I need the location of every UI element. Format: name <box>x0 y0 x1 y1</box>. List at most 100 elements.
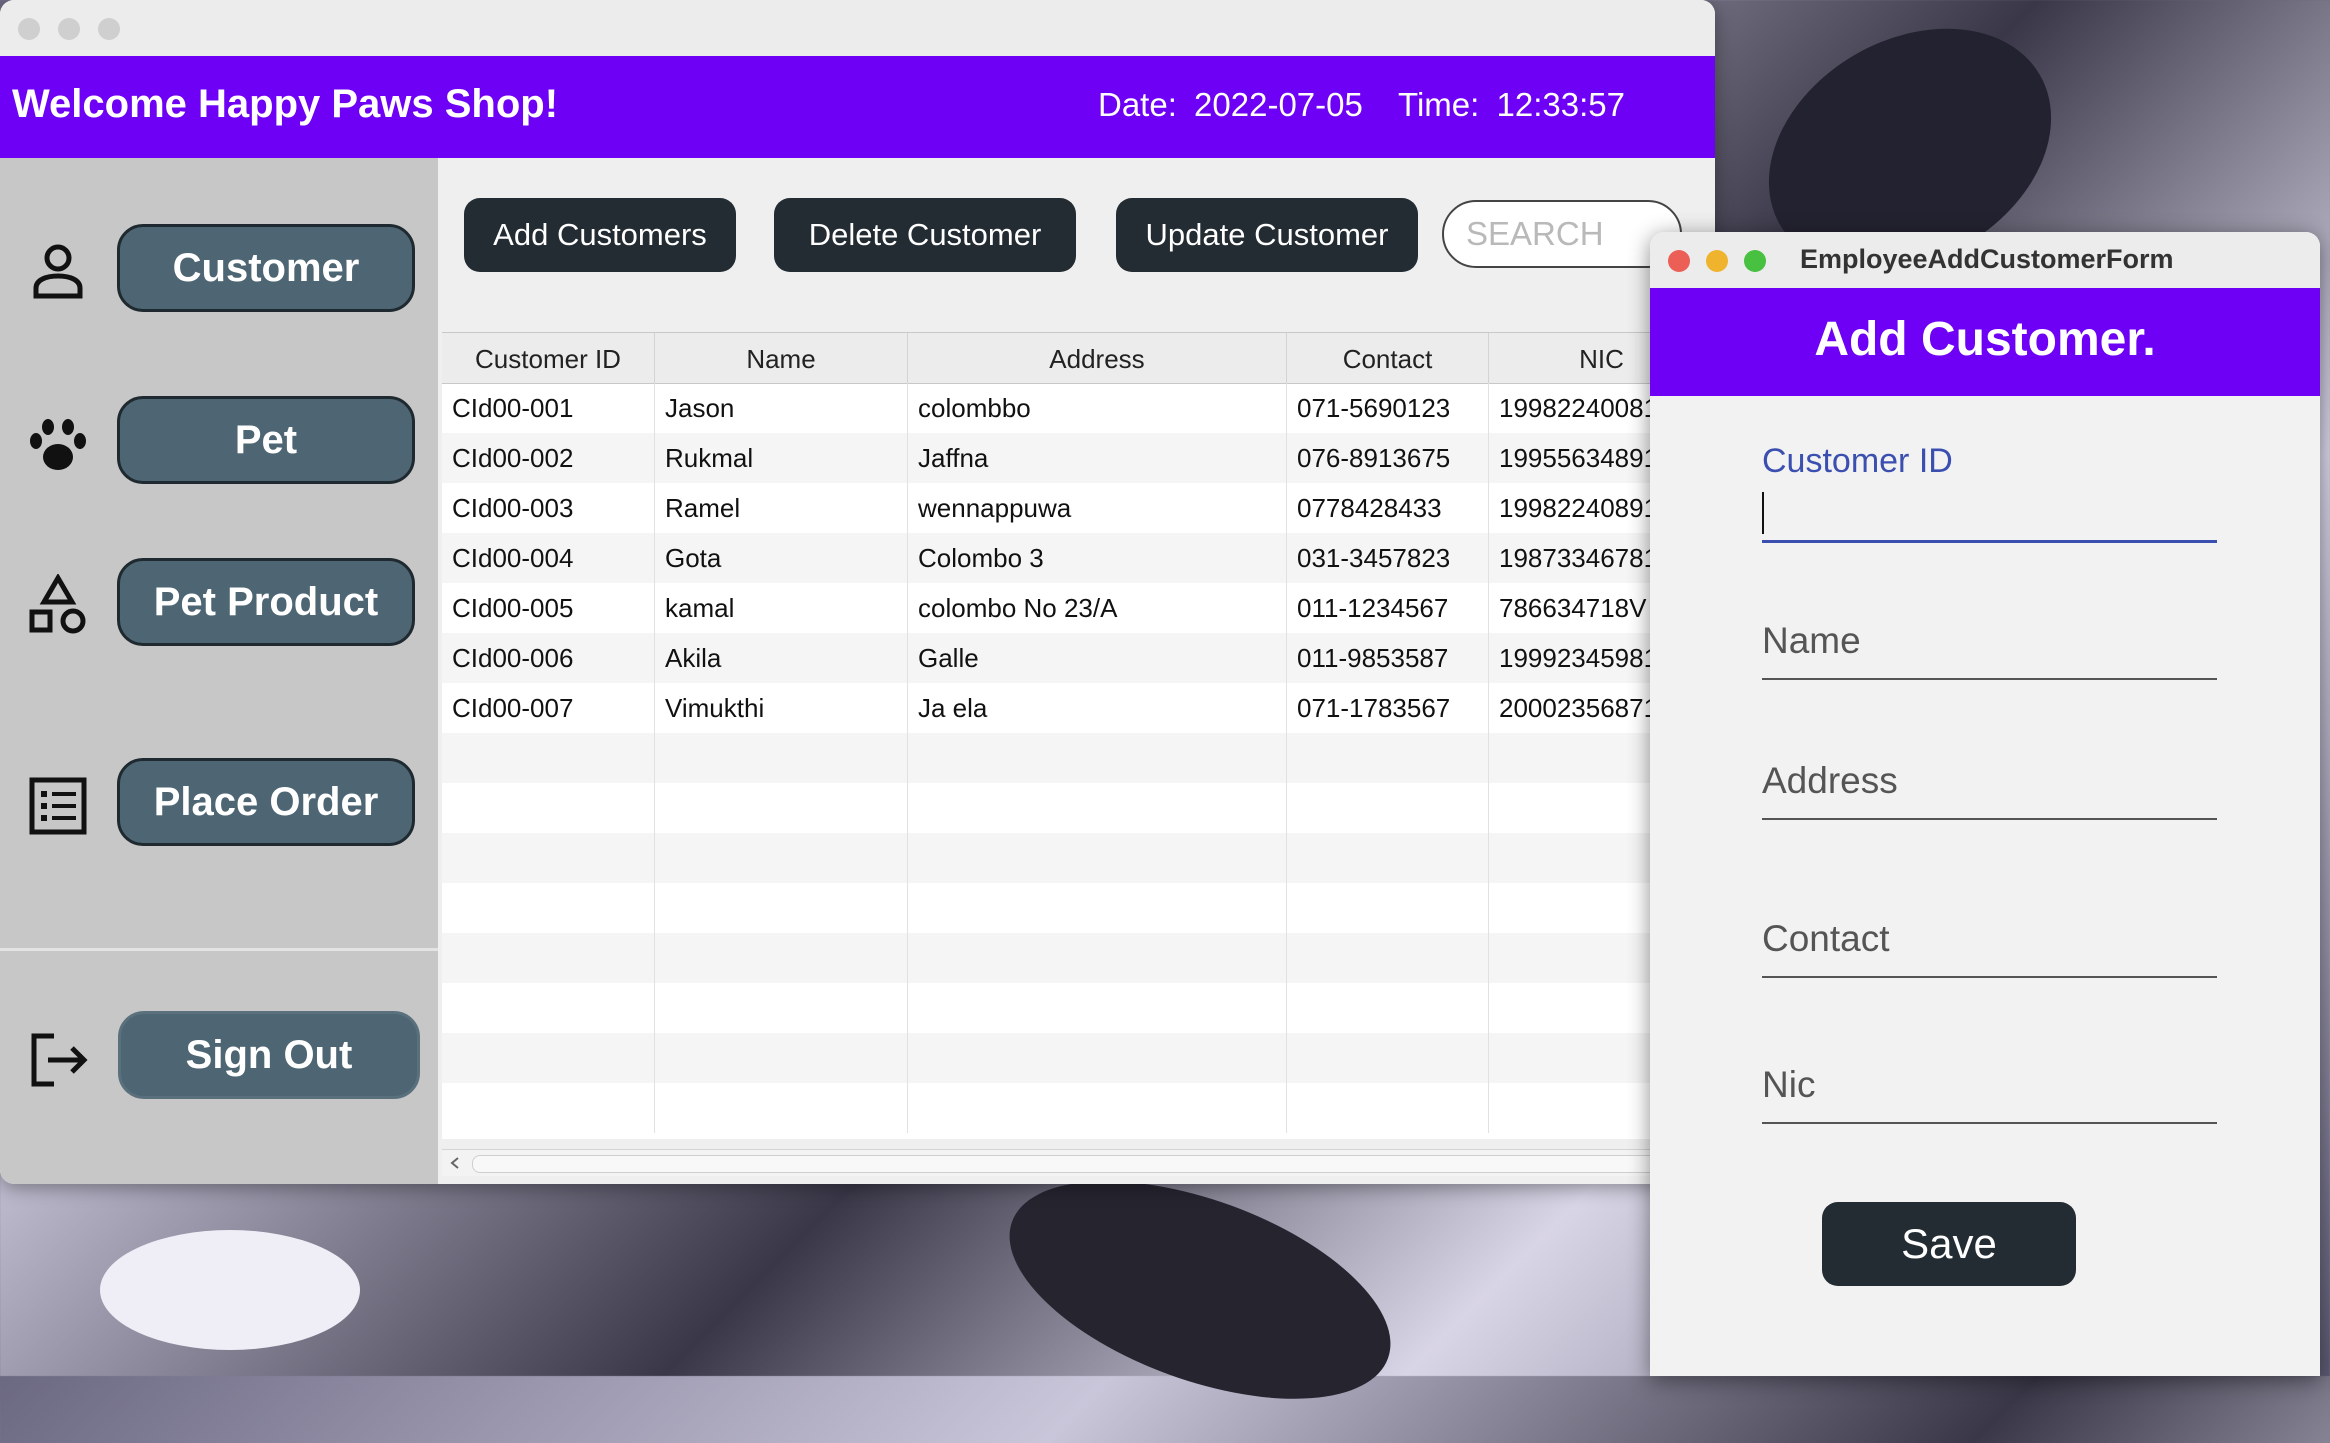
sidebar-item-place-order[interactable]: Place Order <box>117 758 415 846</box>
table-cell <box>908 833 1287 883</box>
nic-field[interactable]: Nic <box>1762 1064 2217 1164</box>
logout-icon <box>31 1033 88 1087</box>
list-icon <box>29 777 87 835</box>
address-field[interactable]: Address <box>1762 760 2217 860</box>
table-cell <box>908 783 1287 833</box>
table-row[interactable]: CId00-005 kamal colombo No 23/A 011-1234567… <box>442 583 1715 633</box>
table-cell: Ramel <box>655 483 908 533</box>
dialog-titlebar: EmployeeAddCustomerForm <box>1650 232 2320 288</box>
table-cell: 011-1234567 <box>1287 583 1489 633</box>
table-cell <box>655 883 908 933</box>
table-row[interactable] <box>442 1033 1715 1083</box>
delete-customer-button[interactable]: Delete Customer <box>774 198 1076 272</box>
table-cell: CId00-005 <box>442 583 655 633</box>
table-cell <box>442 1033 655 1083</box>
save-button[interactable]: Save <box>1822 1202 2076 1286</box>
table-cell <box>655 833 908 883</box>
field-underline <box>1762 818 2217 820</box>
table-cell <box>655 1033 908 1083</box>
sidebar-item-customer[interactable]: Customer <box>117 224 415 312</box>
sidebar-divider <box>0 948 438 951</box>
table-cell <box>908 1083 1287 1133</box>
update-customer-button[interactable]: Update Customer <box>1116 198 1418 272</box>
date-time-display: Date: 2022-07-05 Time: 12:33:57 <box>1098 86 1633 124</box>
table-row[interactable]: CId00-001 Jason colombbo 071-5690123 1998224… <box>442 383 1715 433</box>
table-row[interactable] <box>442 983 1715 1033</box>
add-customer-dialog: EmployeeAddCustomerForm Add Customer. Cu… <box>1650 232 2320 1376</box>
table-cell <box>1287 1083 1489 1133</box>
minimize-window-button[interactable] <box>1706 250 1728 272</box>
close-window-button[interactable] <box>1668 250 1690 272</box>
zoom-window-button[interactable] <box>98 18 120 40</box>
column-header[interactable]: Address <box>908 333 1287 383</box>
sidebar-item-pet[interactable]: Pet <box>117 396 415 484</box>
close-window-button[interactable] <box>18 18 40 40</box>
contact-field[interactable]: Contact <box>1762 918 2217 1018</box>
sidebar-item-pet-product[interactable]: Pet Product <box>117 558 415 646</box>
column-header[interactable]: Customer ID <box>442 333 655 383</box>
table-cell <box>908 883 1287 933</box>
field-underline <box>1762 976 2217 978</box>
nic-label: Nic <box>1762 1064 1816 1105</box>
table-row[interactable] <box>442 1083 1715 1133</box>
table-cell <box>908 1033 1287 1083</box>
table-cell: Jaffna <box>908 433 1287 483</box>
table-cell <box>442 933 655 983</box>
table-row[interactable] <box>442 833 1715 883</box>
table-cell <box>908 983 1287 1033</box>
table-cell: Ja ela <box>908 683 1287 733</box>
shapes-icon <box>29 574 86 634</box>
table-row[interactable] <box>442 883 1715 933</box>
column-header[interactable]: Name <box>655 333 908 383</box>
add-customers-button[interactable]: Add Customers <box>464 198 736 272</box>
table-cell: CId00-006 <box>442 633 655 683</box>
table-cell: kamal <box>655 583 908 633</box>
zoom-window-button[interactable] <box>1744 250 1766 272</box>
table-cell <box>655 1083 908 1133</box>
table-cell <box>1287 983 1489 1033</box>
column-header[interactable]: Contact <box>1287 333 1489 383</box>
table-cell <box>442 983 655 1033</box>
field-underline <box>1762 540 2217 543</box>
table-row[interactable]: CId00-007 Vimukthi Ja ela 071-1783567 200023… <box>442 683 1715 733</box>
person-icon <box>33 244 83 299</box>
table-cell: 071-1783567 <box>1287 683 1489 733</box>
customer-table[interactable]: Customer ID Name Address Contact NIC CId… <box>442 332 1715 1176</box>
table-cell: CId00-004 <box>442 533 655 583</box>
field-underline <box>1762 1122 2217 1124</box>
table-cell <box>1287 933 1489 983</box>
field-underline <box>1762 678 2217 680</box>
date-label: Date: <box>1098 86 1177 123</box>
table-row[interactable]: CId00-006 Akila Galle 011-9853587 1999234598… <box>442 633 1715 683</box>
table-row[interactable] <box>442 733 1715 783</box>
table-row[interactable] <box>442 783 1715 833</box>
table-cell <box>908 933 1287 983</box>
table-cell: Gota <box>655 533 908 583</box>
table-cell: Colombo 3 <box>908 533 1287 583</box>
contact-label: Contact <box>1762 918 1890 959</box>
table-row[interactable] <box>442 933 1715 983</box>
sign-out-button[interactable]: Sign Out <box>118 1011 420 1099</box>
horizontal-scrollbar[interactable] <box>442 1149 1715 1176</box>
table-cell <box>1287 1033 1489 1083</box>
chevron-left-icon[interactable] <box>448 1156 462 1170</box>
sidebar: Customer Pet Pet Product Place Order Sig… <box>0 158 438 1184</box>
table-cell: wennappuwa <box>908 483 1287 533</box>
customer-id-field[interactable]: Customer ID <box>1762 442 2217 543</box>
address-label: Address <box>1762 760 1898 801</box>
table-cell <box>442 733 655 783</box>
table-row[interactable]: CId00-003 Ramel wennappuwa 0778428433 199822… <box>442 483 1715 533</box>
table-cell: 076-8913675 <box>1287 433 1489 483</box>
table-cell <box>655 733 908 783</box>
name-field[interactable]: Name <box>1762 620 2217 720</box>
minimize-window-button[interactable] <box>58 18 80 40</box>
table-cell: colombo No 23/A <box>908 583 1287 633</box>
scrollbar-thumb[interactable] <box>472 1155 1674 1173</box>
table-row[interactable]: CId00-004 Gota Colombo 3 031-3457823 1987334… <box>442 533 1715 583</box>
search-input[interactable]: SEARCH <box>1442 200 1682 268</box>
table-cell <box>1287 733 1489 783</box>
table-cell: Rukmal <box>655 433 908 483</box>
table-cell: CId00-002 <box>442 433 655 483</box>
table-row[interactable]: CId00-002 Rukmal Jaffna 076-8913675 19955634… <box>442 433 1715 483</box>
window-titlebar <box>0 0 1715 56</box>
